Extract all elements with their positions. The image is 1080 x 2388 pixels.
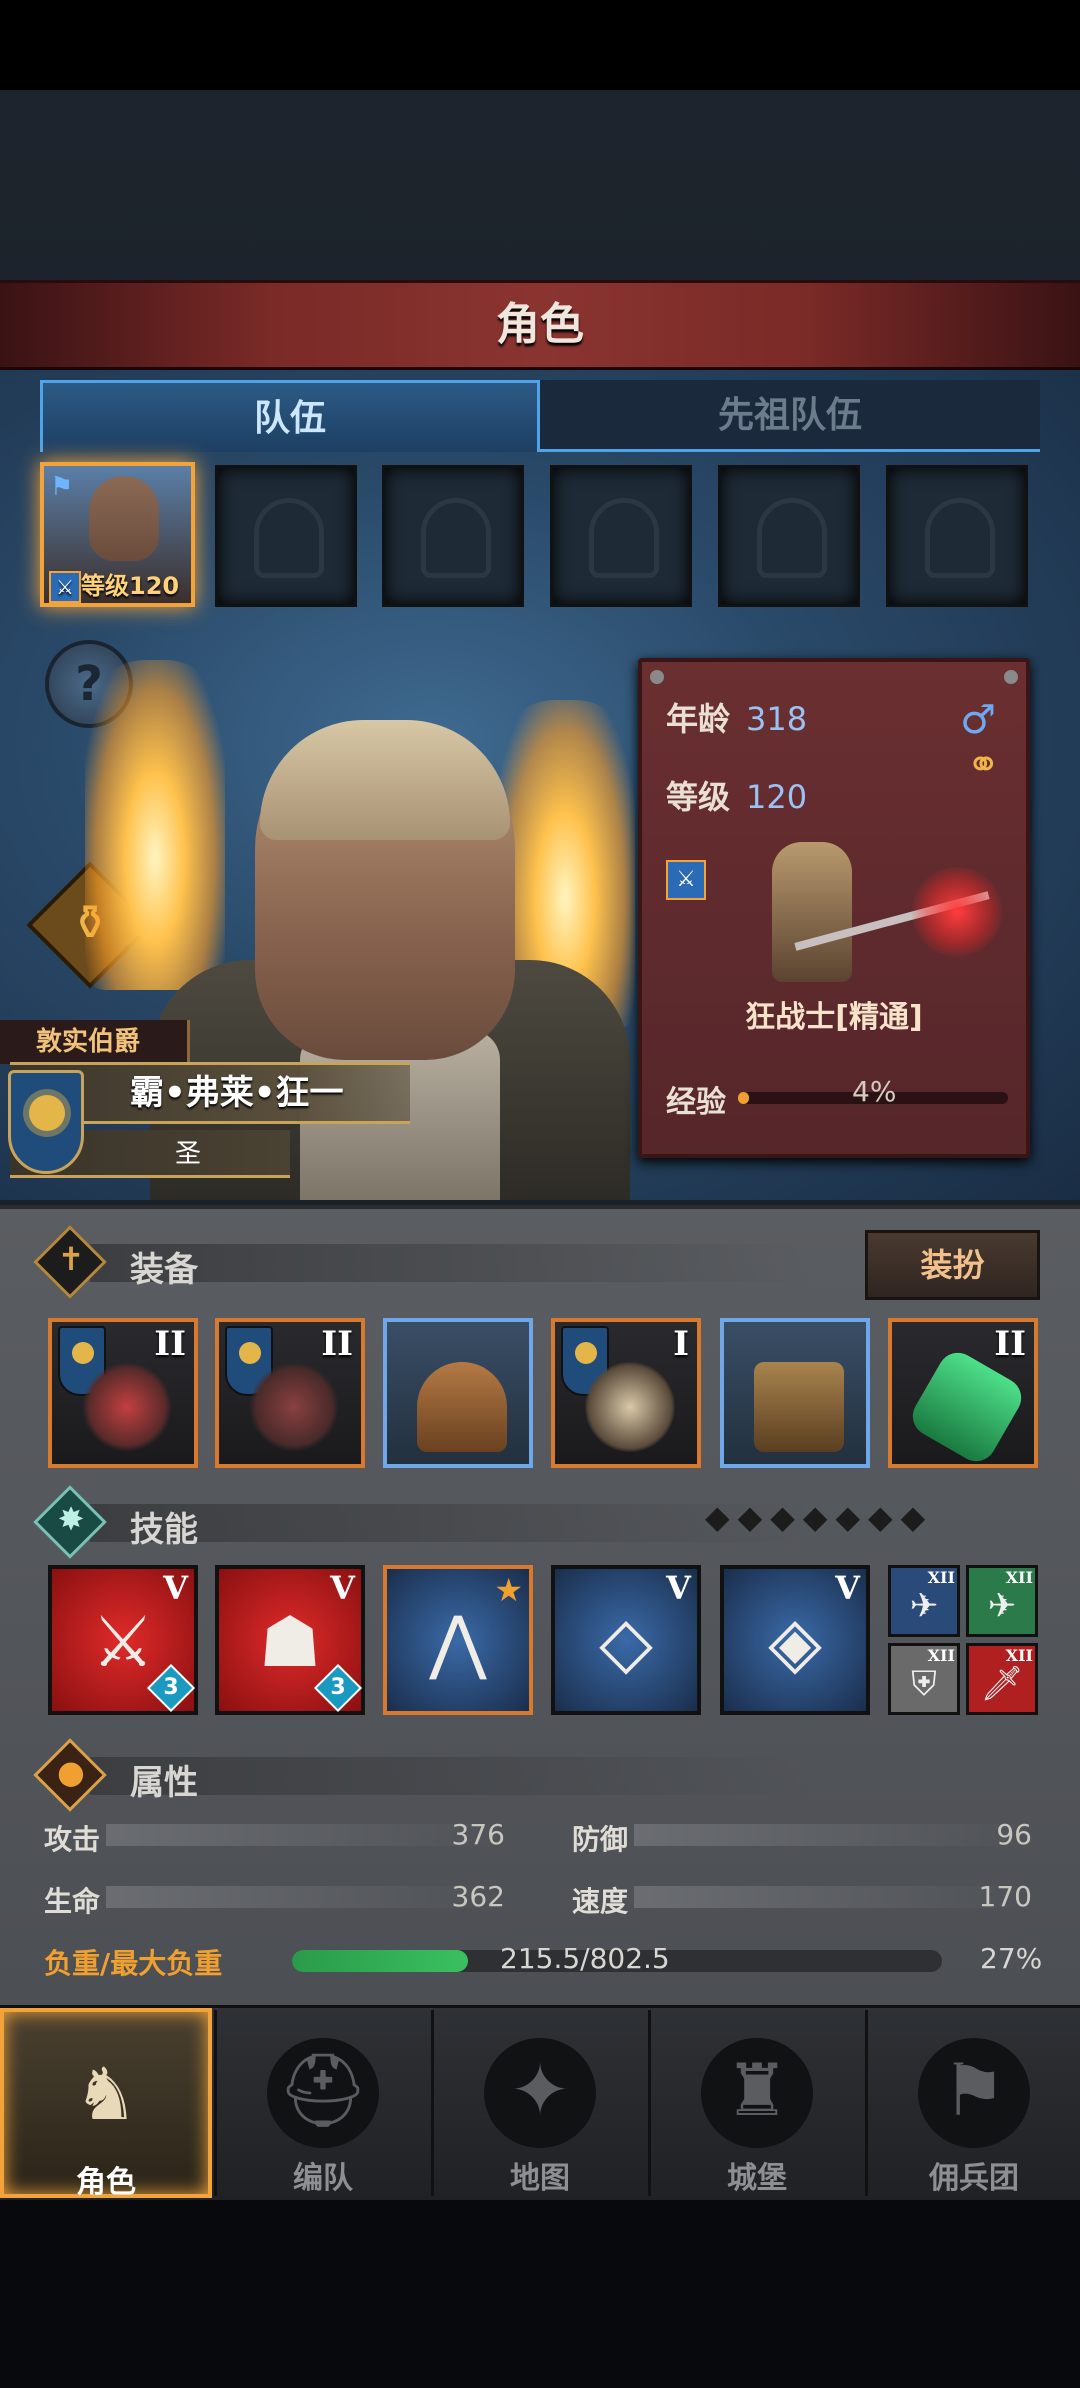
skill-slot[interactable]: ⚔ V 3: [48, 1565, 198, 1715]
spark-icon: [912, 867, 1002, 957]
beast-green-icon: ✈: [987, 1586, 1017, 1626]
page-title: 角色: [496, 299, 584, 350]
passive-slot[interactable]: ✈ XII: [966, 1565, 1038, 1637]
sword-icon: 🗡: [980, 1664, 1024, 1704]
beast-icon: ✈: [909, 1586, 939, 1626]
skill-slot[interactable]: ◇ V: [551, 1565, 701, 1715]
age-row: 年龄 318: [666, 700, 808, 738]
hp-label: 生命: [44, 1885, 101, 1918]
load-label: 负重/最大负重: [44, 1947, 223, 1980]
passive-slot[interactable]: ✈ XII: [888, 1565, 960, 1637]
class-name: 狂战士[精通]: [745, 1000, 923, 1035]
rings-icon: ⚭: [966, 742, 1000, 788]
passive-slot[interactable]: 🗡 XII: [966, 1643, 1038, 1715]
party-slot-empty[interactable]: [718, 465, 860, 607]
party-slot-empty[interactable]: [215, 465, 357, 607]
equip-slot[interactable]: [383, 1318, 533, 1468]
skill-slot[interactable]: ◈ V: [720, 1565, 870, 1715]
skill-points-indicator: ◆◆◆◆◆◆◆: [705, 1498, 934, 1536]
equip-slot[interactable]: II: [48, 1318, 198, 1468]
boots-icon: [754, 1362, 844, 1452]
equip-slot[interactable]: II: [888, 1318, 1038, 1469]
empty-helmet-icon: [421, 498, 491, 578]
party-slot-hero[interactable]: ⚑ ⚔ 等级120: [40, 462, 195, 607]
system-bar-area: [0, 2200, 1080, 2388]
hero-info-card: 年龄 318 ♂ 等级 120 ⚭ ⚔ 狂战士[精通] 经验 4%: [638, 658, 1030, 1158]
morningstar-icon: [249, 1362, 339, 1452]
tab-party[interactable]: 队伍: [40, 380, 540, 452]
attack-value: 376: [451, 1818, 505, 1851]
load-percent: 27%: [980, 1942, 1043, 1975]
speed-value: 170: [978, 1880, 1032, 1913]
class-icon: ⚔: [49, 571, 81, 603]
status-bar-area: [0, 0, 1080, 90]
hero-avatar: [89, 476, 159, 561]
compass-icon: ✦: [509, 2048, 571, 2132]
rank-tag: 敦实伯爵: [0, 1020, 190, 1064]
defense-label: 防御: [572, 1823, 629, 1856]
exp-percent: 4%: [852, 1075, 897, 1108]
exp-label: 经验: [666, 1085, 726, 1120]
empty-helmet-icon: [757, 498, 827, 578]
empty-helmet-icon: [925, 498, 995, 578]
class-icon: ⚔: [666, 860, 706, 900]
person-icon: ●: [57, 1753, 85, 1791]
dress-button[interactable]: 装扮: [865, 1230, 1040, 1300]
morningstar-icon: [82, 1362, 172, 1452]
equip-slot[interactable]: [720, 1318, 870, 1468]
empty-helmet-icon: [254, 498, 324, 578]
speed-label: 速度: [572, 1885, 629, 1918]
nav-character[interactable]: ♞ 角色: [0, 2008, 212, 2200]
flame-left: [85, 660, 225, 990]
fur-armor-icon: [585, 1362, 675, 1452]
passive-slot[interactable]: ⛨ XII: [888, 1643, 960, 1715]
equip-slot[interactable]: I: [551, 1318, 701, 1468]
nav-castle[interactable]: ♜ 城堡: [651, 2008, 863, 2198]
defense-value: 96: [996, 1818, 1032, 1851]
empty-helmet-icon: [589, 498, 659, 578]
attributes-header: ● 属性: [30, 1738, 1050, 1812]
party-slot-empty[interactable]: [382, 465, 524, 607]
attack-label: 攻击: [44, 1823, 101, 1856]
party-slot-empty[interactable]: [886, 465, 1028, 607]
flag-icon: ⚑: [50, 472, 74, 502]
nav-map[interactable]: ✦ 地图: [434, 2008, 646, 2198]
star-burst-icon: ✸: [57, 1500, 85, 1538]
party-slot-empty[interactable]: [550, 465, 692, 607]
skill-slot[interactable]: ⋀ ★: [383, 1565, 533, 1715]
star-icon: ★: [494, 1571, 523, 1609]
tab-ancestor-party[interactable]: 先祖队伍: [540, 380, 1040, 452]
male-icon: ♂: [960, 697, 996, 743]
banner-icon: ⚑: [941, 2048, 1007, 2132]
helmet-icon: ⛑: [277, 2048, 369, 2132]
load-value: 215.5/802.5: [500, 1942, 670, 1975]
crystal-sword-icon: ◇: [599, 1601, 653, 1683]
castle-icon: ♜: [724, 2048, 790, 2132]
level-row: 等级 120: [666, 778, 808, 816]
equip-slot[interactable]: II: [215, 1318, 365, 1468]
crystal-beast-icon: ◈: [768, 1601, 822, 1683]
shield-icon: ⛨: [911, 1664, 937, 1704]
nav-formation[interactable]: ⛑ 编队: [217, 2008, 429, 2198]
knight-icon: ♞: [73, 2052, 139, 2136]
class-figure: [772, 842, 852, 982]
helmet-icon: [417, 1362, 507, 1452]
hero-level-tag: ⚔ 等级120: [49, 566, 179, 603]
nav-mercenary[interactable]: ⚑ 佣兵团: [868, 2008, 1080, 2198]
cross-icon: ✝: [57, 1240, 85, 1278]
title-bar: 角色: [0, 280, 1080, 370]
hero-name: 霸•弗莱•狂一: [130, 1073, 344, 1113]
tab-bar: 队伍 先祖队伍: [40, 380, 1040, 452]
skill-slot[interactable]: ☗ V 3: [215, 1565, 365, 1715]
sun-shield-icon: [8, 1070, 84, 1174]
hp-value: 362: [451, 1880, 505, 1913]
claw-icon: ⋀: [429, 1601, 487, 1683]
